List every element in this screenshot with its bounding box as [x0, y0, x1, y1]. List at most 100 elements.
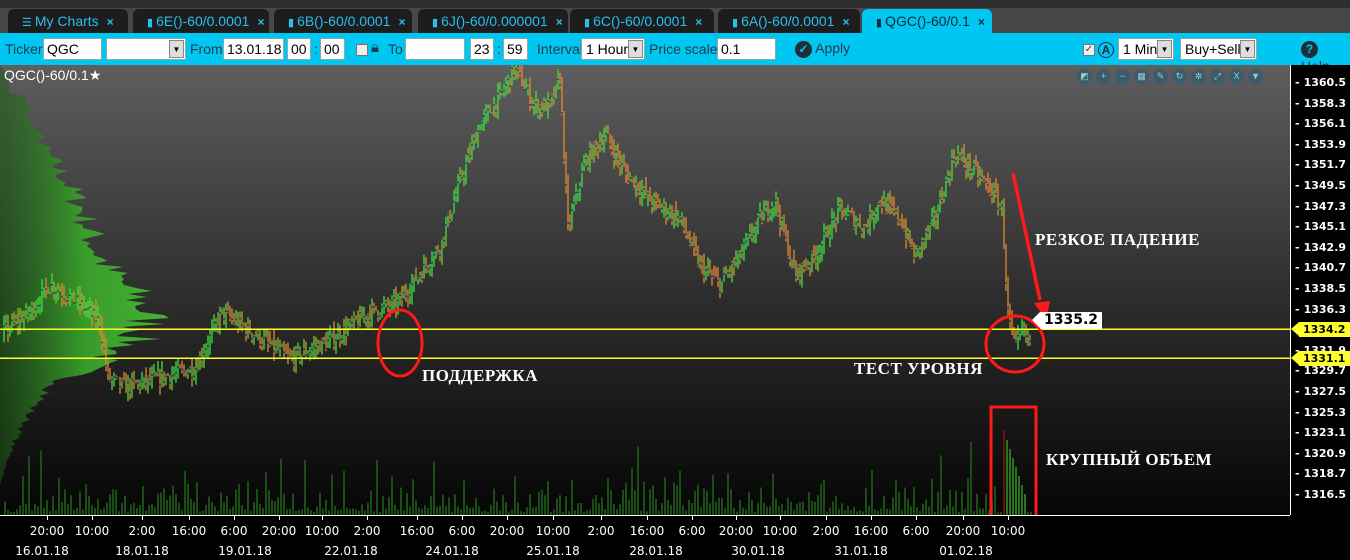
- volume-bar: [601, 497, 603, 515]
- volume-bar: [19, 505, 21, 515]
- zoom-in-icon[interactable]: +: [1096, 69, 1111, 84]
- volume-bar: [232, 506, 234, 515]
- volume-bar: [61, 502, 63, 515]
- time-axis[interactable]: 20:00 10:00 2:00 16:00 6:00 20:00 10:00 2:00 16:…: [0, 515, 1290, 560]
- volume-bar: [853, 507, 855, 515]
- from-minute-input[interactable]: [320, 38, 345, 60]
- timeframe-select[interactable]: 1 Min ▼: [1118, 38, 1174, 60]
- tab-6e-60-0-0001[interactable]: ▮ 6E()-60/0.0001 ×: [133, 9, 269, 33]
- refresh-icon[interactable]: ↻: [1172, 69, 1187, 84]
- pencil-icon[interactable]: ✎: [1153, 69, 1168, 84]
- time-tick: [367, 516, 368, 520]
- volume-bar: [268, 490, 270, 515]
- volume-bar: [865, 488, 867, 515]
- volume-bar: [535, 506, 537, 515]
- price-tick-label: 1353.9: [1295, 138, 1346, 151]
- favorite-star-icon[interactable]: ★: [89, 67, 102, 83]
- time-tick: [826, 516, 827, 520]
- volume-bar: [577, 503, 579, 515]
- volume-bar: [526, 507, 528, 515]
- price-tick-label: 1349.5: [1295, 179, 1346, 192]
- ticker-select[interactable]: ▼: [106, 38, 186, 60]
- time-tick-label: 10:00: [990, 524, 1026, 538]
- close-tab-icon[interactable]: ×: [107, 15, 114, 29]
- expand-icon[interactable]: ⤢: [1210, 69, 1225, 84]
- help-icon: ?: [1301, 41, 1318, 58]
- volume-bar: [448, 497, 450, 515]
- time-tick-label: 16:00: [629, 524, 665, 538]
- volume-bar: [697, 484, 699, 515]
- side-select[interactable]: Buy+Sell ▼: [1180, 38, 1257, 60]
- time-tick-label: 10:00: [535, 524, 571, 538]
- volume-bar: [532, 507, 534, 515]
- time-tick-label: 16:00: [399, 524, 435, 538]
- price-scale-input[interactable]: [717, 38, 776, 60]
- to-minute-input[interactable]: [503, 38, 528, 60]
- volume-bar: [40, 450, 42, 515]
- close-icon[interactable]: X: [1229, 69, 1244, 84]
- volume-bar: [1015, 467, 1017, 515]
- time-tick-label: 20:00: [945, 524, 981, 538]
- to-hour-input[interactable]: [470, 38, 494, 60]
- volume-bar: [595, 495, 597, 515]
- to-date-input[interactable]: [405, 38, 465, 60]
- volume-bar: [787, 497, 789, 515]
- tab-6a-60-0-0001[interactable]: ▮ 6A()-60/0.0001 ×: [718, 9, 860, 33]
- time-tick-label: 6:00: [448, 524, 476, 538]
- close-tab-icon[interactable]: ×: [556, 15, 563, 29]
- grid-icon[interactable]: ▦: [1134, 69, 1149, 84]
- price-tick-label: 1329.7: [1295, 364, 1346, 377]
- tab-6b-60-0-0001[interactable]: ▮ 6B()-60/0.0001 ×: [274, 9, 412, 33]
- apply-button[interactable]: ✓ Apply: [795, 40, 850, 58]
- auto-button[interactable]: A: [1098, 41, 1114, 58]
- zoom-out-icon[interactable]: −: [1115, 69, 1130, 84]
- from-hour-input[interactable]: [287, 38, 311, 60]
- tab-qgc-60-0-1[interactable]: ▮ QGC()-60/0.1 ×: [862, 9, 992, 33]
- price-tick-label: 1320.9: [1295, 447, 1346, 460]
- volume-bar: [133, 502, 135, 515]
- menu-icon: ☰: [22, 17, 32, 29]
- volume-bar: [154, 507, 156, 515]
- option-checkbox[interactable]: ✓: [1083, 44, 1095, 56]
- dropdown-icon[interactable]: ▼: [1248, 69, 1263, 84]
- price-axis[interactable]: 1360.5 1358.3 1356.1 1353.9 1351.7 1349.5 1347…: [1290, 65, 1350, 515]
- close-tab-icon[interactable]: ×: [978, 15, 985, 29]
- lock-checkbox[interactable]: [356, 44, 368, 56]
- interval-select[interactable]: 1 Hour ▼: [581, 38, 645, 60]
- price-tick-label: 1358.3: [1295, 97, 1346, 110]
- date-label: 24.01.18: [425, 544, 479, 558]
- volume-bar: [883, 495, 885, 515]
- date-label: 25.01.18: [526, 544, 580, 558]
- volume-bar: [541, 489, 543, 515]
- time-tick-label: 2:00: [587, 524, 615, 538]
- volume-bar: [904, 487, 906, 515]
- volume-bar: [1018, 476, 1020, 515]
- volume-bar: [331, 474, 333, 515]
- date-label: 31.01.18: [834, 544, 888, 558]
- volume-bar: [346, 507, 348, 515]
- volume-bar: [925, 499, 927, 515]
- volume-bar: [961, 492, 963, 515]
- volume-bar: [37, 506, 39, 515]
- close-tab-icon[interactable]: ×: [398, 15, 405, 29]
- volume-bar: [802, 501, 804, 515]
- volume-bar: [691, 503, 693, 515]
- tab-my-charts[interactable]: ☰ My Charts ×: [8, 9, 128, 33]
- ticker-input[interactable]: [43, 38, 102, 60]
- price-chart[interactable]: QGC()-60/0.1★ ◩ + − ▦ ✎ ↻ ✲ ⤢ X ▼ ПОДДЕРЖКА ТЕСТ …: [0, 65, 1290, 515]
- volume-bar: [265, 472, 267, 515]
- volume-bar: [775, 498, 777, 515]
- volume-bar: [637, 446, 639, 515]
- zoom-fit-icon[interactable]: ◩: [1077, 69, 1092, 84]
- volume-bar: [175, 494, 177, 515]
- settings-icon[interactable]: ✲: [1191, 69, 1206, 84]
- volume-bar: [382, 496, 384, 515]
- close-tab-icon[interactable]: ×: [695, 15, 702, 29]
- tab-6j-60-0-000001[interactable]: ▮ 6J()-60/0.000001 ×: [418, 9, 568, 33]
- from-date-input[interactable]: [223, 38, 284, 60]
- tab-6c-60-0-0001[interactable]: ▮ 6C()-60/0.0001 ×: [570, 9, 714, 33]
- close-tab-icon[interactable]: ×: [257, 15, 264, 29]
- price-tick-label: 1342.9: [1295, 241, 1346, 254]
- volume-bar: [820, 484, 822, 515]
- close-tab-icon[interactable]: ×: [842, 15, 849, 29]
